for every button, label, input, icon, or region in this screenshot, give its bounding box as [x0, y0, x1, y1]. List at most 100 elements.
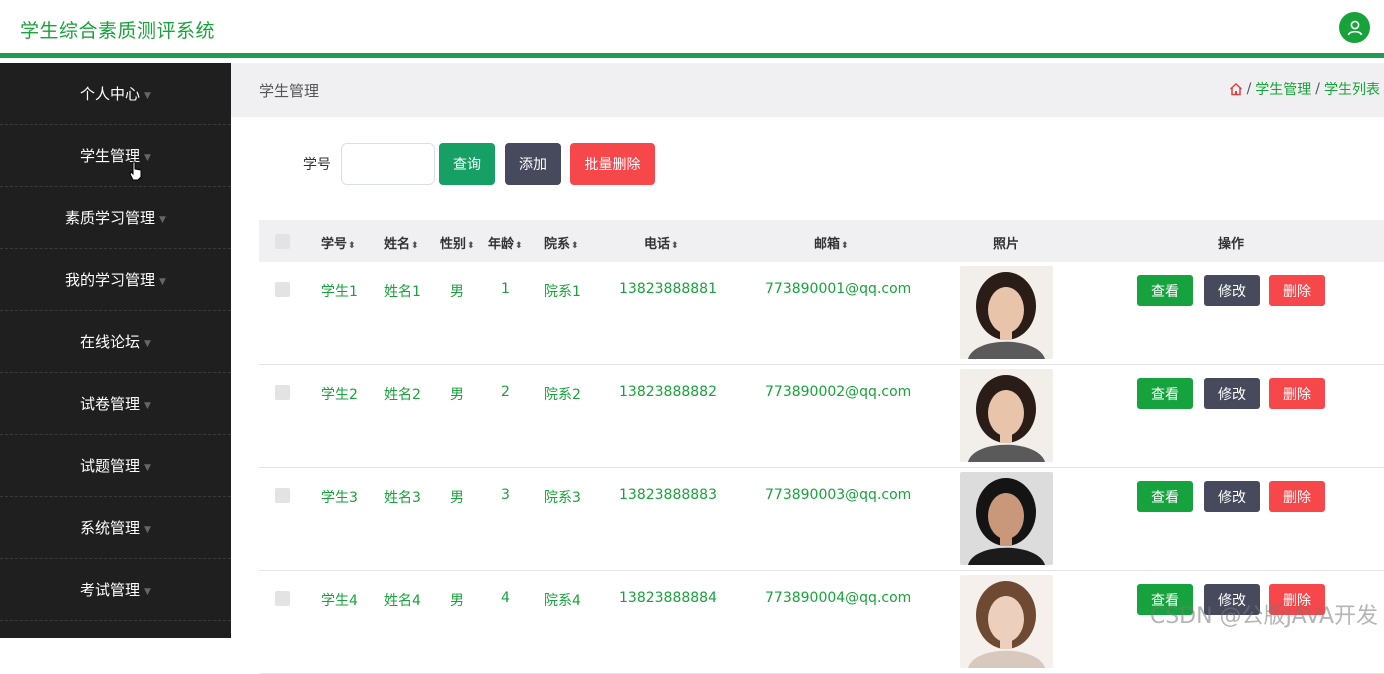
sort-icon: ⬍ [411, 241, 419, 251]
header-phone[interactable]: 电话⬍ [644, 233, 679, 252]
caret-down-icon: ▼ [159, 214, 166, 225]
breadcrumb: / 学生管理 / 学生列表 [1229, 79, 1380, 99]
cell-student-no: 学生4 [321, 593, 358, 609]
edit-button[interactable]: 修改 [1204, 378, 1260, 409]
header-age[interactable]: 年龄⬍ [488, 233, 523, 252]
cell-age: 2 [501, 384, 510, 400]
sidebar-item-question-management[interactable]: 试题管理 ▼ [0, 435, 231, 497]
caret-down-icon: ▼ [144, 400, 151, 411]
cell-gender: 男 [450, 387, 464, 403]
header-name[interactable]: 姓名⬍ [384, 233, 419, 252]
cell-name: 姓名2 [384, 387, 421, 403]
cell-email: 773890003@qq.com [765, 487, 912, 503]
cell-gender: 男 [450, 490, 464, 506]
sort-icon: ⬍ [671, 241, 679, 251]
delete-button[interactable]: 删除 [1269, 481, 1325, 512]
table-row: 学生2 姓名2 男 2 院系2 13823888882 773890002@qq… [259, 365, 1384, 468]
sidebar-item-label: 试题管理 [80, 457, 141, 475]
sidebar-item-personal-center[interactable]: 个人中心 ▼ [0, 63, 231, 125]
cell-department: 院系3 [544, 490, 581, 506]
home-icon[interactable] [1229, 82, 1243, 96]
sidebar-item-student-management[interactable]: 学生管理 ▼ [0, 125, 231, 187]
table-row: 学生3 姓名3 男 3 院系3 13823888883 773890003@qq… [259, 468, 1384, 571]
sidebar: 个人中心 ▼ 学生管理 ▼ 素质学习管理 ▼ 我的学习管理 ▼ 在线论坛 ▼ 试卷管理 ▼ … [0, 63, 231, 638]
cell-email: 773890004@qq.com [765, 590, 912, 606]
student-photo [960, 575, 1053, 668]
cell-age: 3 [501, 487, 510, 503]
cell-phone: 13823888884 [619, 590, 717, 606]
sidebar-item-paper-management[interactable]: 试卷管理 ▼ [0, 373, 231, 435]
sort-icon: ⬍ [348, 241, 356, 251]
page-header-bar: 学生管理 / 学生管理 / 学生列表 [231, 63, 1384, 117]
sidebar-item-my-learning[interactable]: 我的学习管理 ▼ [0, 249, 231, 311]
batch-delete-button[interactable]: 批量删除 [570, 143, 655, 185]
caret-down-icon: ▼ [144, 152, 151, 163]
breadcrumb-student-management[interactable]: 学生管理 [1255, 79, 1311, 99]
add-button[interactable]: 添加 [505, 143, 561, 185]
cell-name: 姓名3 [384, 490, 421, 506]
row-checkbox[interactable] [275, 488, 290, 503]
cell-name: 姓名4 [384, 593, 421, 609]
cell-student-no: 学生2 [321, 387, 358, 403]
search-form: 学号 查询 添加 批量删除 [303, 143, 655, 185]
header-photo: 照片 [993, 237, 1020, 252]
row-checkbox[interactable] [275, 282, 290, 297]
query-button[interactable]: 查询 [439, 143, 495, 185]
header-actions: 操作 [1218, 237, 1245, 252]
cell-age: 1 [501, 281, 510, 297]
sidebar-item-exam-management[interactable]: 考试管理 ▼ [0, 559, 231, 621]
sidebar-item-label: 试卷管理 [80, 395, 141, 413]
sidebar-item-system-management[interactable]: 系统管理 ▼ [0, 497, 231, 559]
table-row: 学生1 姓名1 男 1 院系1 13823888881 773890001@qq… [259, 262, 1384, 365]
edit-button[interactable]: 修改 [1204, 275, 1260, 306]
breadcrumb-separator: / [1246, 81, 1252, 97]
cell-email: 773890001@qq.com [765, 281, 912, 297]
sort-icon: ⬍ [841, 241, 849, 251]
sidebar-item-label: 个人中心 [80, 85, 141, 103]
cell-phone: 13823888882 [619, 384, 717, 400]
student-no-input[interactable] [341, 143, 435, 185]
sidebar-item-quality-learning[interactable]: 素质学习管理 ▼ [0, 187, 231, 249]
sort-icon: ⬍ [515, 241, 523, 251]
main-content: 学生管理 / 学生管理 / 学生列表 学号 查询 添加 批量删除 学号⬍ 姓名⬍… [231, 63, 1384, 674]
cell-age: 4 [501, 590, 510, 606]
breadcrumb-student-list[interactable]: 学生列表 [1324, 79, 1380, 99]
student-no-label: 学号 [303, 157, 331, 173]
caret-down-icon: ▼ [144, 524, 151, 535]
sort-icon: ⬍ [467, 241, 475, 251]
top-header: 学生综合素质测评系统 [0, 0, 1384, 58]
row-checkbox[interactable] [275, 591, 290, 606]
table-header: 学号⬍ 姓名⬍ 性别⬍ 年龄⬍ 院系⬍ 电话⬍ 邮箱⬍ 照片 操作 [259, 220, 1384, 262]
cell-student-no: 学生1 [321, 284, 358, 300]
caret-down-icon: ▼ [144, 586, 151, 597]
sidebar-item-label: 我的学习管理 [65, 271, 156, 289]
cell-gender: 男 [450, 593, 464, 609]
user-avatar[interactable] [1339, 12, 1370, 43]
view-button[interactable]: 查看 [1137, 275, 1193, 306]
header-gender[interactable]: 性别⬍ [440, 233, 475, 252]
cell-name: 姓名1 [384, 284, 421, 300]
cell-department: 院系4 [544, 593, 581, 609]
page-title: 学生管理 [259, 81, 320, 100]
user-icon [1347, 20, 1362, 35]
view-button[interactable]: 查看 [1137, 378, 1193, 409]
app-title: 学生综合素质测评系统 [20, 20, 216, 42]
header-department[interactable]: 院系⬍ [544, 233, 579, 252]
sidebar-item-online-forum[interactable]: 在线论坛 ▼ [0, 311, 231, 373]
sidebar-item-label: 素质学习管理 [65, 209, 156, 227]
student-photo [960, 472, 1053, 565]
breadcrumb-separator: / [1315, 81, 1320, 97]
delete-button[interactable]: 删除 [1269, 275, 1325, 306]
header-student-no[interactable]: 学号⬍ [321, 233, 356, 252]
header-email[interactable]: 邮箱⬍ [814, 233, 849, 252]
delete-button[interactable]: 删除 [1269, 378, 1325, 409]
student-photo [960, 369, 1053, 462]
select-all-checkbox[interactable] [275, 234, 290, 249]
row-checkbox[interactable] [275, 385, 290, 400]
view-button[interactable]: 查看 [1137, 481, 1193, 512]
sidebar-item-label: 考试管理 [80, 581, 141, 599]
caret-down-icon: ▼ [144, 462, 151, 473]
cell-phone: 13823888883 [619, 487, 717, 503]
edit-button[interactable]: 修改 [1204, 481, 1260, 512]
cell-department: 院系2 [544, 387, 581, 403]
